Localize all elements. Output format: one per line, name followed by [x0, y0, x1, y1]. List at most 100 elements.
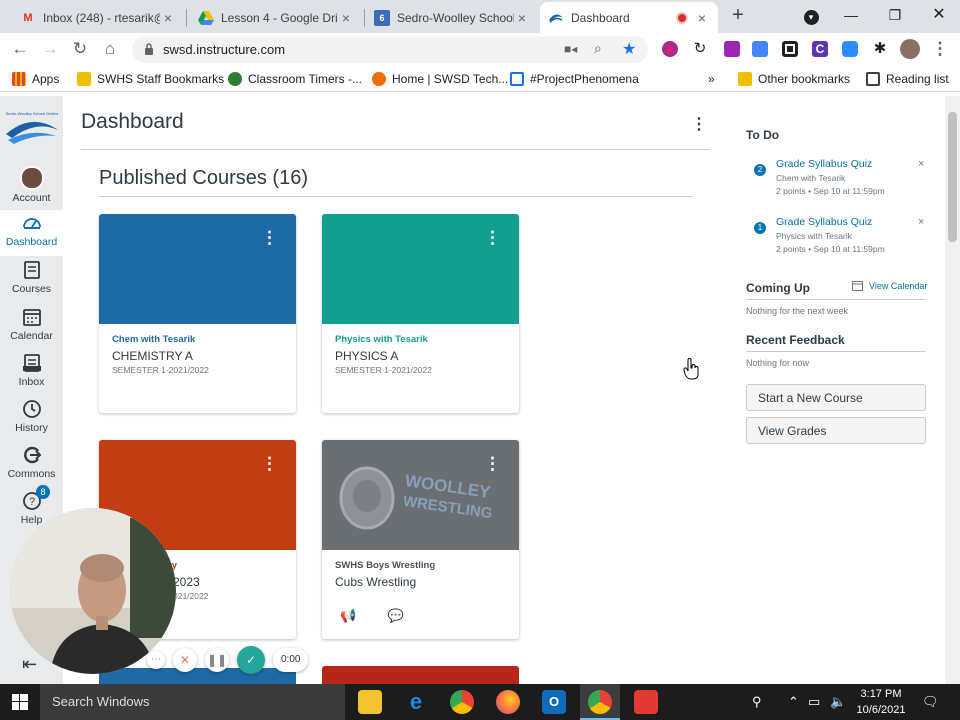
todo-item[interactable]: 1 Grade Syllabus Quiz Physics with Tesar… — [752, 216, 927, 266]
tray-expand-icon[interactable]: ⌃ — [788, 694, 799, 710]
browser-tab-drive[interactable]: Lesson 4 - Google Drive × — [190, 2, 362, 33]
extension-icon[interactable]: C — [812, 41, 828, 57]
new-tab-button[interactable]: + — [728, 5, 748, 25]
recorder-cancel-button[interactable]: ✕ — [173, 648, 197, 672]
close-tab-icon[interactable]: × — [694, 10, 710, 26]
windows-search-box[interactable]: Search Windows — [40, 684, 345, 720]
todo-course: Chem with Tesarik — [776, 173, 846, 183]
bookmarks-overflow-button[interactable]: » — [708, 71, 715, 87]
extensions-puzzle-icon[interactable]: ✱ — [870, 39, 890, 59]
course-short-name[interactable]: Physics with Tesarik — [335, 334, 428, 345]
chrome-app-icon[interactable] — [588, 690, 612, 714]
minimize-button[interactable]: — — [840, 4, 862, 26]
scrollbar-thumb[interactable] — [948, 112, 957, 242]
close-window-button[interactable]: ✕ — [928, 4, 950, 26]
close-tab-icon[interactable]: × — [514, 10, 530, 26]
view-calendar-link[interactable]: View Calendar — [852, 280, 927, 291]
address-bar[interactable]: swsd.instructure.com ■◂ ⌕ ★ — [132, 36, 648, 63]
chrome-menu-icon[interactable]: ⋮ — [930, 39, 950, 59]
course-card-options-icon[interactable]: ⋮ — [261, 228, 278, 248]
dismiss-icon[interactable]: × — [918, 216, 924, 228]
chrome-app-icon[interactable] — [450, 690, 474, 714]
divider — [746, 299, 926, 300]
course-short-name[interactable]: Chem with Tesarik — [112, 334, 195, 345]
recorder-pause-button[interactable]: ❚❚ — [205, 648, 229, 672]
volume-icon[interactable]: 🔈 — [830, 694, 846, 710]
bookmark-apps[interactable]: Apps — [12, 71, 59, 87]
file-explorer-icon[interactable] — [358, 690, 382, 714]
bookmark-project-phenomena[interactable]: #ProjectPhenomena — [510, 71, 639, 87]
internet-explorer-icon[interactable]: e — [404, 690, 428, 714]
close-tab-icon[interactable]: × — [338, 10, 354, 26]
course-card-options-icon[interactable]: ⋮ — [484, 228, 501, 248]
todo-title-link[interactable]: Grade Syllabus Quiz — [776, 158, 872, 170]
home-button[interactable]: ⌂ — [100, 39, 120, 59]
course-name: PHYSICS A — [335, 349, 399, 363]
todo-title-link[interactable]: Grade Syllabus Quiz — [776, 216, 872, 228]
recorder-finish-button[interactable]: ✓ — [237, 646, 265, 674]
camera-icon[interactable]: ■◂ — [564, 42, 577, 56]
browser-tab-gmail[interactable]: M Inbox (248) - rtesarik@ × — [12, 2, 184, 33]
browser-tab-dashboard[interactable]: Dashboard × — [540, 2, 718, 33]
view-grades-button[interactable]: View Grades — [746, 417, 926, 444]
chevron-down-icon: ▾ — [803, 10, 819, 25]
bookmark-swhs-staff[interactable]: SWHS Staff Bookmarks — [77, 71, 224, 87]
extension-icon[interactable] — [724, 41, 740, 57]
course-card[interactable]: ⋮ Physics with Tesarik PHYSICS A SEMESTE… — [322, 214, 519, 413]
course-short-name[interactable]: SWHS Boys Wrestling — [335, 560, 435, 571]
browser-tab-sites[interactable]: 6 Sedro-Woolley School D × — [366, 2, 538, 33]
profile-avatar[interactable] — [900, 39, 920, 59]
divider — [81, 149, 710, 150]
bookmark-classroom-timers[interactable]: Classroom Timers -... — [228, 71, 362, 87]
tab-search-button[interactable]: ▾ — [800, 4, 822, 26]
bookmark-swsd-tech[interactable]: Home | SWSD Tech... — [372, 71, 508, 87]
coming-up-heading: Coming Up — [746, 281, 810, 295]
windows-start-icon[interactable] — [12, 694, 28, 710]
zoom-extension-icon[interactable] — [842, 41, 858, 57]
nav-calendar[interactable]: Calendar — [0, 304, 63, 350]
translate-extension-icon[interactable] — [752, 41, 768, 57]
close-tab-icon[interactable]: × — [160, 10, 176, 26]
screen-recorder-app-icon[interactable] — [634, 690, 658, 714]
other-bookmarks[interactable]: Other bookmarks — [738, 71, 850, 87]
nav-dashboard[interactable]: Dashboard — [0, 210, 63, 256]
zoom-icon[interactable]: ⌕ — [594, 40, 602, 57]
page-scrollbar[interactable] — [945, 96, 960, 684]
course-card[interactable]: ⋮ Chem with Tesarik CHEMISTRY A SEMESTER… — [99, 214, 296, 413]
reload-button[interactable]: ↻ — [70, 39, 90, 59]
discussions-icon[interactable]: 💬 — [388, 608, 404, 623]
nav-inbox[interactable]: Inbox — [0, 350, 63, 396]
bookmark-star-icon[interactable]: ★ — [622, 39, 636, 59]
firefox-icon[interactable] — [496, 690, 520, 714]
dashboard-options-button[interactable]: ⋮ — [691, 114, 707, 134]
nav-account[interactable]: Account — [0, 164, 63, 210]
nav-history[interactable]: History — [0, 396, 63, 442]
recording-controls: ⋯ ✕ ❚❚ ✓ 0:00 — [147, 646, 309, 674]
notifications-icon[interactable]: 🗨 — [922, 694, 939, 710]
reading-list[interactable]: Reading list — [866, 71, 949, 87]
network-icon[interactable]: ▭ — [808, 694, 820, 710]
course-card[interactable]: WOOLLEY WRESTLING ⋮ SWHS Boys Wrestling … — [322, 440, 519, 639]
nav-commons[interactable]: Commons — [0, 442, 63, 488]
sync-extension-icon[interactable]: ↻ — [690, 39, 710, 59]
forward-button[interactable]: → — [40, 39, 60, 59]
dismiss-icon[interactable]: × — [918, 158, 924, 170]
people-icon[interactable]: ⚲ — [752, 694, 762, 710]
start-new-course-button[interactable]: Start a New Course — [746, 384, 926, 411]
back-button[interactable]: ← — [10, 39, 30, 59]
course-card-options-icon[interactable]: ⋮ — [484, 454, 501, 474]
recorder-more-button[interactable]: ⋯ — [147, 651, 165, 669]
outlook-icon[interactable]: O — [542, 690, 566, 714]
collapse-nav-button[interactable]: ⇤ — [22, 654, 37, 675]
course-card-options-icon[interactable]: ⋮ — [261, 454, 278, 474]
nav-courses[interactable]: Courses — [0, 257, 63, 303]
taskbar-clock[interactable]: 3:17 PM 10/6/2021 — [852, 686, 910, 718]
course-card-header[interactable] — [322, 666, 519, 684]
todo-item[interactable]: 2 Grade Syllabus Quiz Chem with Tesarik … — [752, 158, 927, 208]
announcements-icon[interactable]: 📢 — [340, 608, 356, 623]
extension-icon[interactable] — [662, 41, 678, 57]
course-name: 2023 — [173, 575, 200, 589]
restore-button[interactable]: ❐ — [884, 4, 906, 26]
recording-indicator-icon — [676, 11, 688, 24]
extension-icon[interactable] — [782, 41, 798, 57]
